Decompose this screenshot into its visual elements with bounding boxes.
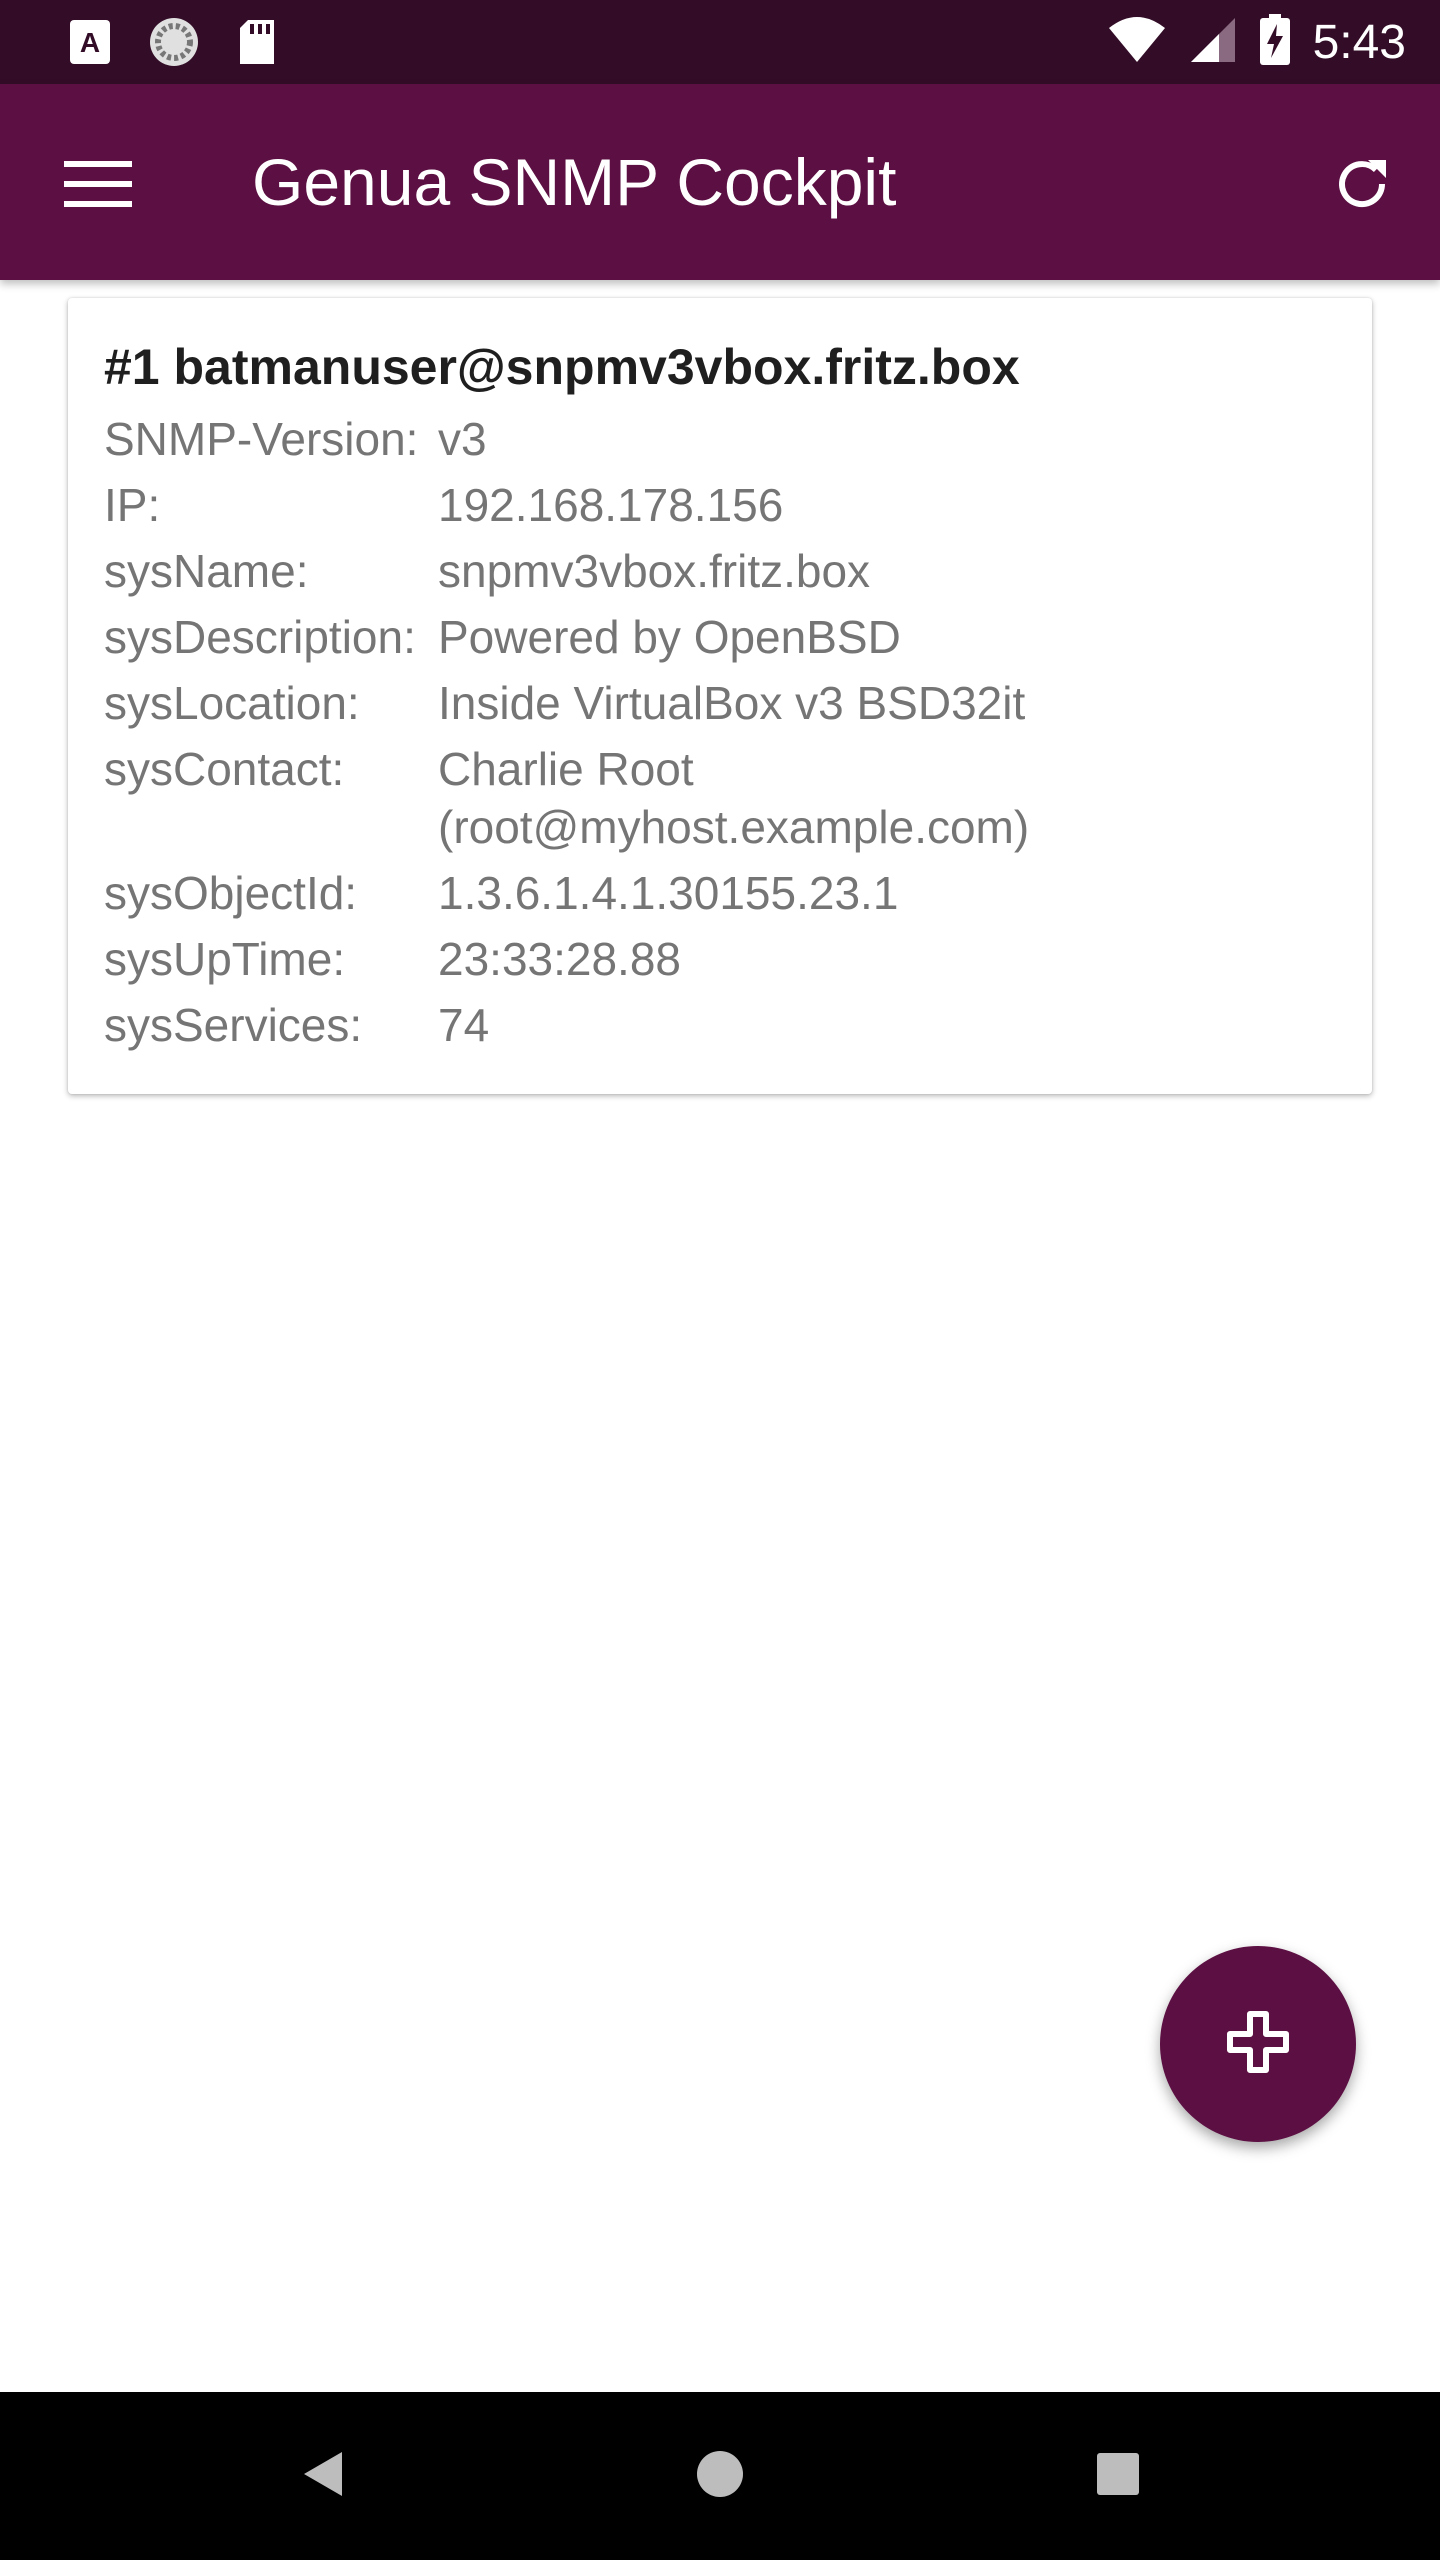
info-row-syslocation: sysLocation: Inside VirtualBox v3 BSD32i… <box>104 674 1344 732</box>
info-row-snmp-version: SNMP-Version: v3 <box>104 410 1344 468</box>
info-label: sysServices: <box>104 999 363 1051</box>
info-row-sysuptime: sysUpTime: 23:33:28.88 <box>104 930 1344 988</box>
wifi-icon <box>1107 16 1167 68</box>
device-info-table: SNMP-Version: v3 IP: 192.168.178.156 sys… <box>104 410 1344 1062</box>
add-device-button[interactable] <box>1160 1946 1356 2142</box>
info-label: IP: <box>104 479 161 531</box>
back-icon <box>298 2448 346 2504</box>
device-card[interactable]: #1 batmanuser@snpmv3vbox.fritz.box SNMP-… <box>68 298 1372 1094</box>
info-label: sysLocation: <box>104 677 360 729</box>
info-value: 23:33:28.88 <box>438 933 682 985</box>
refresh-icon <box>1330 152 1394 220</box>
back-button[interactable] <box>272 2426 372 2526</box>
info-label: sysDescription: <box>104 611 416 663</box>
info-row-sysname: sysName: snpmv3vbox.fritz.box <box>104 542 1344 600</box>
navigation-bar <box>0 2392 1440 2560</box>
info-label: sysUpTime: <box>104 933 346 985</box>
info-value: Charlie Root (root@myhost.example.com) <box>438 743 1030 853</box>
info-label: sysName: <box>104 545 309 597</box>
info-label: sysContact: <box>104 743 345 795</box>
menu-button[interactable] <box>50 138 146 234</box>
info-value: 192.168.178.156 <box>438 479 784 531</box>
sync-circle-icon <box>148 16 200 72</box>
refresh-button[interactable] <box>1314 138 1410 234</box>
info-value: v3 <box>438 413 487 465</box>
info-row-sysservices: sysServices: 74 <box>104 996 1344 1054</box>
sd-card-icon <box>236 18 278 70</box>
info-value: snpmv3vbox.fritz.box <box>438 545 871 597</box>
info-value: Inside VirtualBox v3 BSD32it <box>438 677 1026 729</box>
add-icon <box>1226 2010 1290 2078</box>
recents-icon <box>1095 2451 1141 2501</box>
info-value: Powered by OpenBSD <box>438 611 901 663</box>
app-bar: Genua SNMP Cockpit <box>0 84 1440 280</box>
info-label: sysObjectId: <box>104 867 358 919</box>
info-row-sysdescription: sysDescription: Powered by OpenBSD <box>104 608 1344 666</box>
app-title: Genua SNMP Cockpit <box>252 145 897 219</box>
info-label: SNMP-Version: <box>104 413 419 465</box>
info-value: 74 <box>438 999 490 1051</box>
info-value: 1.3.6.1.4.1.30155.23.1 <box>438 867 899 919</box>
home-icon <box>695 2449 745 2503</box>
svg-text:A: A <box>80 27 100 58</box>
info-row-syscontact: sysContact: Charlie Root (root@myhost.ex… <box>104 740 1344 856</box>
keyboard-a-icon: A <box>68 18 112 70</box>
device-card-title: #1 batmanuser@snpmv3vbox.fritz.box <box>104 339 1020 395</box>
status-bar: A 5:43 <box>0 0 1440 84</box>
info-row-ip: IP: 192.168.178.156 <box>104 476 1344 534</box>
hamburger-menu-icon <box>64 159 132 213</box>
info-row-sysobjectid: sysObjectId: 1.3.6.1.4.1.30155.23.1 <box>104 864 1344 922</box>
home-button[interactable] <box>670 2426 770 2526</box>
status-time: 5:43 <box>1312 15 1406 69</box>
cell-signal-icon <box>1189 16 1237 68</box>
battery-charging-icon <box>1259 14 1291 70</box>
recents-button[interactable] <box>1068 2426 1168 2526</box>
